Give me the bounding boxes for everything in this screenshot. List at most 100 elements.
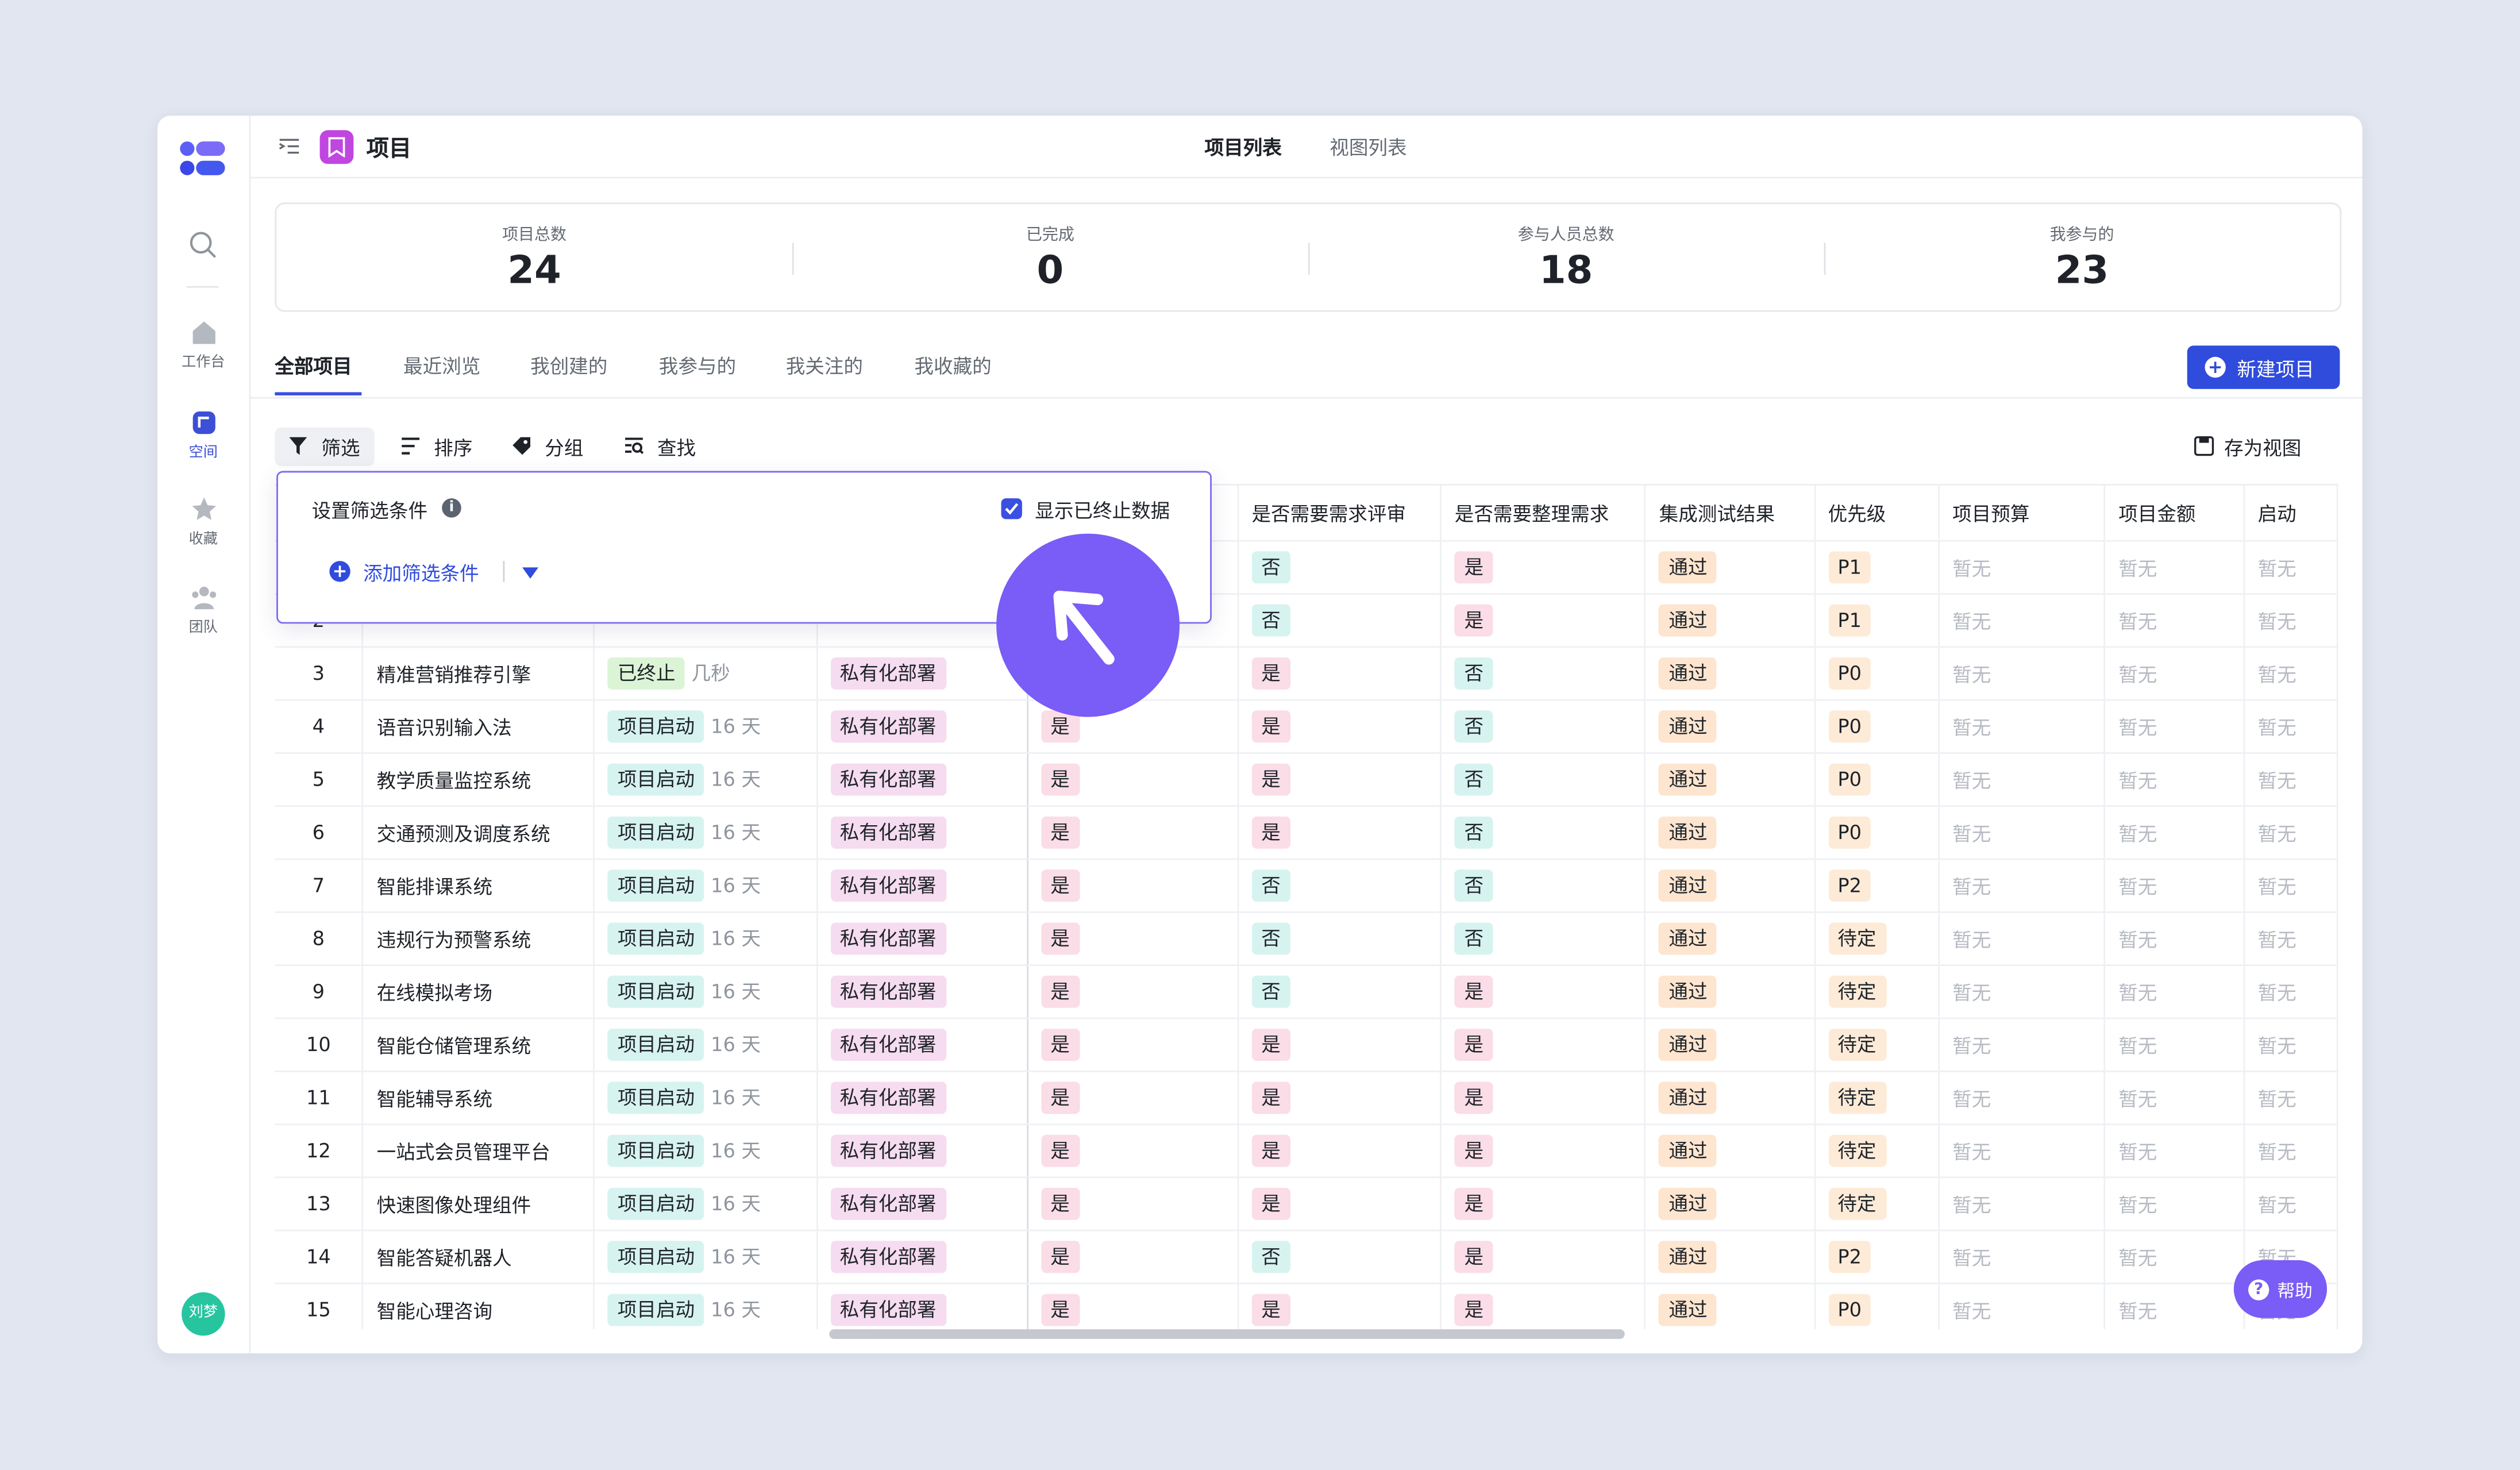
tab-bookmarked[interactable]: 我收藏的 [914,352,991,380]
status-duration: 16 天 [711,1033,761,1056]
status-badge: 项目启动 [608,1029,704,1061]
organize-cell: 否 [1440,753,1647,807]
test-result-badge: 通过 [1659,763,1717,796]
test-result-badge: 通过 [1659,1029,1717,1061]
deploy-cell: 私有化部署 [816,859,1028,913]
tab-followed[interactable]: 我关注的 [786,352,863,380]
rail-item-team[interactable]: 团队 [157,583,249,637]
avatar[interactable]: 刘梦 [182,1292,225,1336]
tab-participated[interactable]: 我参与的 [659,352,736,380]
column-header[interactable]: 是否需要整理需求 [1440,485,1647,542]
table-row[interactable]: 3 精准营销推荐引擎 已终止 几秒 私有化部署是否通过 P0 暂无 暂无 暂无 [275,647,2338,701]
rail-item-favorites[interactable]: 收藏 [157,495,249,548]
show-terminated-checkbox[interactable] [1001,498,1022,519]
review-cell: 是 [1238,700,1442,754]
table-row[interactable]: 6 交通预测及调度系统 项目启动 16 天 私有化部署 是 是 否 通过 P0 暂无 暂无 暂无 [275,806,2338,860]
test-result-badge: 通过 [1659,1241,1717,1273]
budget-cell: 暂无 [1939,594,2106,648]
table-row[interactable]: 9 在线模拟考场 项目启动 16 天 私有化部署 是 否 是 通过 待定 暂无 暂无 暂无 [275,965,2338,1019]
table-row[interactable]: 7 智能排课系统 项目启动 16 天 私有化部署 是 否 否 通过 P2 暂无 暂无 暂无 [275,859,2338,913]
rail-item-workbench[interactable]: 工作台 [157,318,249,371]
deploy-cell: 私有化部署 [816,753,1028,807]
show-terminated-label[interactable]: 显示已终止数据 [1035,497,1170,524]
priority-cell: P0 [1814,1283,1940,1330]
find-icon [625,437,644,455]
amount-value: 暂无 [2118,769,2157,792]
table-row[interactable]: 10 智能仓储管理系统 项目启动 16 天 私有化部署 是 是 是 通过 待定 暂无 暂无 暂无 [275,1018,2338,1072]
column-header[interactable]: 项目预算 [1939,485,2106,542]
group-button[interactable]: 分组 [498,428,598,466]
tab-created-by-me[interactable]: 我创建的 [530,352,607,380]
tab-project-list[interactable]: 项目列表 [1205,133,1282,161]
caret-down-icon[interactable] [522,567,538,579]
info-icon[interactable]: i [442,498,461,518]
stat-label: 我参与的 [2049,226,2114,245]
amount-cell: 暂无 [2105,700,2245,754]
column-header[interactable]: 优先级 [1814,485,1940,542]
review-cell: 是 [1238,806,1442,860]
sort-icon [402,437,420,455]
table-row[interactable]: 13 快速图像处理组件 项目启动 16 天 私有化部署 是 是 是 通过 待定 暂无 暂无 暂无 [275,1177,2338,1232]
deploy-badge: 私有化部署 [830,763,946,796]
test-result-cell: 通过 [1645,859,1816,913]
column-header[interactable]: 启动 [2244,485,2338,542]
new-project-label: 新建项目 [2237,358,2314,381]
organize-badge: 是 [1454,1029,1493,1061]
project-name: 快速图像处理组件 [363,1177,595,1232]
plan-cell: 是 [1027,912,1239,966]
status-duration: 16 天 [711,1192,761,1215]
sort-button[interactable]: 排序 [387,428,487,466]
tab-view-list[interactable]: 视图列表 [1330,133,1407,161]
stat-value: 23 [2055,247,2109,293]
filter-button[interactable]: 筛选 [275,428,375,467]
horizontal-scrollbar[interactable] [829,1329,1625,1339]
column-header[interactable]: 集成测试结果 [1645,485,1816,542]
project-name: 违规行为预警系统 [363,912,595,966]
start-cell: 暂无 [2244,1071,2338,1125]
table-row[interactable]: 11 智能辅导系统 项目启动 16 天 私有化部署 是 是 是 通过 待定 暂无 暂无 暂无 [275,1071,2338,1125]
budget-value: 暂无 [1952,1299,1991,1322]
review-badge: 否 [1251,869,1290,902]
priority-badge: P0 [1828,816,1871,849]
table-row[interactable]: 4 语音识别输入法 项目启动 16 天私有化部署是是否通过 P0 暂无 暂无 暂无 [275,700,2338,754]
organize-badge: 是 [1454,1241,1493,1273]
table-row[interactable]: 15智能心理咨询项目启动16 天私有化部署是是是通过P0暂无暂无暂无 [275,1283,2338,1330]
stat-label: 参与人员总数 [1517,226,1615,245]
help-button[interactable]: ? 帮助 [2233,1260,2328,1318]
search-icon[interactable] [188,230,217,259]
status-duration: 16 天 [711,1140,761,1163]
save-icon [2194,436,2214,456]
column-header[interactable]: 是否需要需求评审 [1238,485,1442,542]
table-row[interactable]: 12 一站式会员管理平台 项目启动 16 天 私有化部署 是 是 是 通过 待定 暂无 暂无 暂无 [275,1124,2338,1179]
rail-item-space[interactable]: 空间 [157,408,249,461]
tab-all-projects[interactable]: 全部项目 [275,352,352,380]
table-row[interactable]: 8 违规行为预警系统 项目启动 16 天 私有化部署 是 否 否 通过 待定 暂无 暂无 暂无 [275,912,2338,966]
rail-item-label: 收藏 [188,532,218,548]
tab-recent[interactable]: 最近浏览 [403,352,480,380]
test-result-badge: 通过 [1659,1082,1717,1114]
row-number: 10 [275,1018,364,1072]
budget-value: 暂无 [1952,716,1991,739]
status-duration: 16 天 [711,1245,761,1268]
status-duration: 16 天 [711,980,761,1003]
priority-badge: 待定 [1828,975,1886,1008]
row-number: 12 [275,1124,364,1179]
status-cell: 项目启动 16 天 [594,1018,818,1072]
status-badge: 项目启动 [608,710,704,743]
test-result-cell: 通过 [1645,753,1816,807]
priority-badge: 待定 [1828,1187,1886,1220]
review-badge: 是 [1251,1187,1290,1220]
organize-badge: 是 [1454,1294,1493,1326]
priority-cell: P0 [1814,647,1940,701]
find-button[interactable]: 查找 [611,428,710,466]
table-row[interactable]: 14 智能答疑机器人 项目启动 16 天私有化部署是否是通过 P2 暂无 暂无 暂无 [275,1230,2338,1284]
status-duration: 几秒 [691,662,730,685]
start-value: 暂无 [2257,610,2296,633]
status-duration: 16 天 [711,927,761,951]
organize-cell: 否 [1440,806,1647,860]
status-cell: 已终止 几秒 [594,647,818,701]
status-cell: 项目启动 16 天 [594,912,818,966]
table-row[interactable]: 5 教学质量监控系统 项目启动 16 天 私有化部署 是 是 否 通过 P0 暂无 暂无 暂无 [275,753,2338,807]
column-header[interactable]: 项目金额 [2105,485,2245,542]
new-project-button[interactable]: + 新建项目 [2187,345,2340,389]
